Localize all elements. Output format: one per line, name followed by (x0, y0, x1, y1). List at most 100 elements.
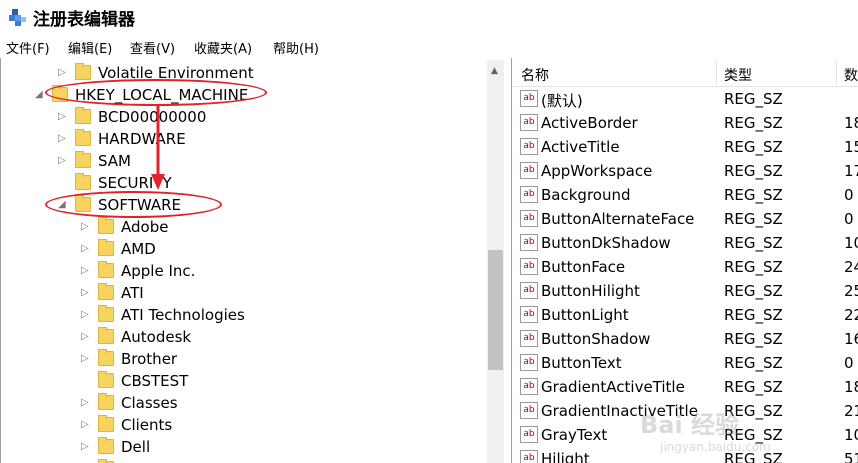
column-header-type[interactable]: 类型 (724, 65, 752, 85)
folder-icon (75, 129, 91, 146)
value-type: REG_SZ (724, 306, 783, 324)
folder-icon (98, 415, 114, 432)
value-name: ActiveBorder (541, 114, 638, 132)
expand-arrow-icon[interactable]: ▷ (81, 222, 89, 232)
string-value-icon: ab (520, 426, 538, 443)
tree-node-ati-technologies[interactable]: ▷ ATI Technologies (0, 304, 487, 326)
watermark-logo: Bai 经验 (640, 411, 740, 439)
value-row[interactable]: abButtonDkShadow REG_SZ 10 (513, 231, 858, 255)
tree-node-bcd00000000[interactable]: ▷ BCD00000000 (0, 106, 487, 128)
tree-node-sam[interactable]: ▷ SAM (0, 150, 487, 172)
value-row[interactable]: abButtonAlternateFace REG_SZ 0 0 (513, 207, 858, 231)
menu-edit[interactable]: 编辑(E) (68, 38, 112, 57)
value-data: 21 (844, 402, 858, 420)
tree-node-label: Classes (121, 394, 178, 412)
value-name: Hilight (541, 450, 590, 463)
value-row[interactable]: abAppWorkspace REG_SZ 17 (513, 159, 858, 183)
tree-node-label: AMD (121, 240, 156, 258)
menu-bar: 文件(F) 编辑(E) 查看(V) 收藏夹(A) 帮助(H) (0, 34, 858, 58)
watermark-url: jingyan.baidu.com (660, 440, 771, 454)
value-row[interactable]: abButtonShadow REG_SZ 16 (513, 327, 858, 351)
column-separator[interactable] (836, 60, 837, 86)
menu-help[interactable]: 帮助(H) (273, 38, 319, 57)
value-row[interactable]: abButtonText REG_SZ 0 0 (513, 351, 858, 375)
tree-node-security[interactable]: SECURITY (0, 172, 487, 194)
column-separator[interactable] (716, 60, 717, 86)
tree-node-classes[interactable]: ▷ Classes (0, 392, 487, 414)
value-row[interactable]: abButtonHilight REG_SZ 25 (513, 279, 858, 303)
value-row[interactable]: abButtonLight REG_SZ 22 (513, 303, 858, 327)
column-header-name[interactable]: 名称 (521, 65, 549, 85)
string-value-icon: ab (520, 186, 538, 203)
value-name: ButtonShadow (541, 330, 651, 348)
folder-icon (98, 239, 114, 256)
column-header-data[interactable]: 数 (844, 65, 858, 85)
value-row[interactable]: ab (默认) REG_SZ (513, 87, 858, 111)
string-value-icon: ab (520, 354, 538, 371)
tree-node-brother[interactable]: ▷ Brother (0, 348, 487, 370)
expand-arrow-icon[interactable]: ▷ (81, 244, 89, 254)
expand-arrow-icon[interactable]: ▷ (81, 288, 89, 298)
tree-node-hardware[interactable]: ▷ HARDWARE (0, 128, 487, 150)
folder-icon (75, 151, 91, 168)
expand-arrow-icon[interactable]: ▷ (81, 398, 89, 408)
value-data: 17 (844, 162, 858, 180)
value-list[interactable]: 名称 类型 数 ab (默认) REG_SZ ab ActiveBorder REG_SZ… (513, 60, 858, 463)
value-type: REG_SZ (724, 330, 783, 348)
tree-node-cbstest[interactable]: CBSTEST (0, 370, 487, 392)
value-data: 0 0 (844, 354, 858, 372)
expand-arrow-icon[interactable]: ▷ (58, 68, 66, 78)
menu-file[interactable]: 文件(F) (6, 38, 50, 57)
tree-node-autodesk[interactable]: ▷ Autodesk (0, 326, 487, 348)
expand-arrow-icon[interactable]: ▷ (81, 420, 89, 430)
string-value-icon: ab (520, 90, 538, 107)
folder-icon (75, 107, 91, 124)
tree-node-amd[interactable]: ▷ AMD (0, 238, 487, 260)
value-data: 18 (844, 114, 858, 132)
expand-arrow-icon[interactable]: ▷ (81, 310, 89, 320)
expand-arrow-icon[interactable]: ▷ (81, 266, 89, 276)
value-row[interactable]: abActiveBorder REG_SZ 18 (513, 111, 858, 135)
expand-arrow-icon[interactable]: ▷ (81, 442, 89, 452)
tree-node-dell[interactable]: ▷ Dell (0, 436, 487, 458)
string-value-icon: ab (520, 258, 538, 275)
tree-node-ati[interactable]: ▷ ATI (0, 282, 487, 304)
value-row[interactable]: ab Background REG_SZ 0 (513, 183, 858, 207)
value-type: REG_SZ (724, 258, 783, 276)
tree-node-adobe[interactable]: ▷ Adobe (0, 216, 487, 238)
collapse-arrow-icon[interactable]: ◢ (35, 90, 43, 100)
scrollbar-thumb[interactable] (488, 250, 503, 370)
window-title: 注册表编辑器 (33, 10, 135, 30)
value-data: 25 (844, 282, 858, 300)
value-row[interactable]: abGradientActiveTitle REG_SZ 18 (513, 375, 858, 399)
value-data: 10 (844, 234, 858, 252)
menu-view[interactable]: 查看(V) (130, 38, 175, 57)
expand-arrow-icon[interactable]: ▷ (58, 112, 66, 122)
value-row[interactable]: abButtonFace REG_SZ 24 (513, 255, 858, 279)
tree-node-clients[interactable]: ▷ Clients (0, 414, 487, 436)
expand-arrow-icon[interactable]: ▷ (58, 134, 66, 144)
value-type: REG_SZ (724, 114, 783, 132)
menu-favorites[interactable]: 收藏夹(A) (194, 38, 252, 57)
value-data: 18 (844, 378, 858, 396)
string-value-icon: ab (520, 306, 538, 323)
tree-node-apple-inc[interactable]: ▷ Apple Inc. (0, 260, 487, 282)
expand-arrow-icon[interactable]: ▷ (81, 332, 89, 342)
key-tree[interactable]: ▷ Volatile Environment ◢ HKEY_LOCAL_MACH… (0, 60, 487, 463)
value-data: 10 (844, 426, 858, 444)
value-name: AppWorkspace (541, 162, 653, 180)
tree-node-volatile-environment[interactable]: ▷ Volatile Environment (0, 62, 487, 84)
expand-arrow-icon[interactable]: ▷ (58, 156, 66, 166)
folder-icon (75, 63, 91, 80)
tree-node-label: CBSTEST (121, 372, 189, 390)
scroll-up-arrow-icon[interactable]: ▲ (491, 66, 498, 76)
folder-icon (98, 371, 114, 388)
value-data: 0 (844, 186, 854, 204)
pane-splitter[interactable] (511, 58, 512, 463)
value-row[interactable]: abActiveTitle REG_SZ 15 (513, 135, 858, 159)
expand-arrow-icon[interactable]: ▷ (81, 354, 89, 364)
tree-scrollbar[interactable]: ▲ (487, 60, 504, 463)
value-name: ButtonFace (541, 258, 626, 276)
tree-node-partial[interactable] (0, 458, 487, 463)
string-value-icon: ab (520, 282, 538, 299)
